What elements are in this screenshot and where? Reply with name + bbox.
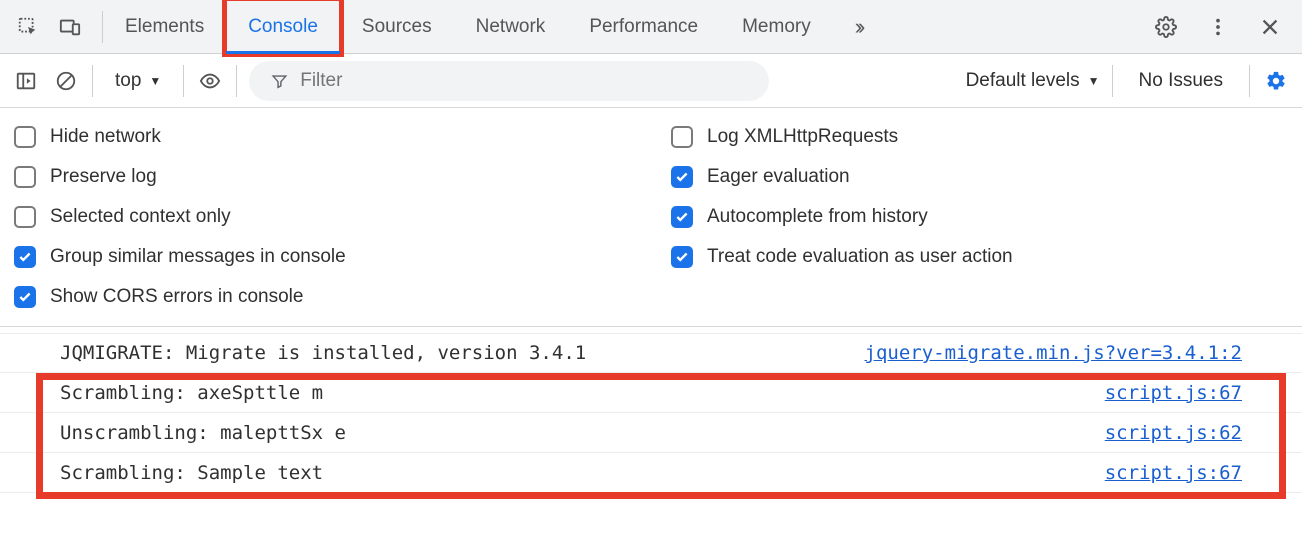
log-row: Scrambling: Sample text script.js:67 <box>0 453 1302 493</box>
option-label: Eager evaluation <box>707 166 850 188</box>
log-row: JQMIGRATE: Migrate is installed, version… <box>0 333 1302 373</box>
tab-memory[interactable]: Memory <box>720 0 833 53</box>
filter-field[interactable] <box>249 61 769 101</box>
log-source-link[interactable]: jquery-migrate.min.js?ver=3.4.1:2 <box>865 342 1243 364</box>
toggle-sidebar-icon[interactable] <box>12 67 40 95</box>
tab-label: Memory <box>742 16 811 38</box>
clear-console-icon[interactable] <box>52 67 80 95</box>
topbar-left-icons <box>8 13 102 41</box>
option-eager-eval[interactable]: Eager evaluation <box>671 166 1288 188</box>
log-message: Scrambling: axeSpttle m <box>60 382 323 404</box>
console-settings-icon[interactable] <box>1262 67 1290 95</box>
tab-label: Sources <box>362 16 432 38</box>
live-expression-icon[interactable] <box>196 67 224 95</box>
log-message: Scrambling: Sample text <box>60 462 323 484</box>
checkbox[interactable] <box>14 286 36 308</box>
console-settings-panel: Hide network Log XMLHttpRequests Preserv… <box>0 108 1302 327</box>
log-source-link[interactable]: script.js:62 <box>1105 422 1242 444</box>
option-show-cors[interactable]: Show CORS errors in console <box>14 286 631 308</box>
option-preserve-log[interactable]: Preserve log <box>14 166 631 188</box>
option-selected-context[interactable]: Selected context only <box>14 206 631 228</box>
filter-input[interactable] <box>300 70 747 92</box>
chevron-down-icon: ▼ <box>1088 74 1100 88</box>
devtools-tabs: Elements Console Sources Network Perform… <box>103 0 883 53</box>
console-log-area: JQMIGRATE: Migrate is installed, version… <box>0 327 1302 505</box>
option-label: Treat code evaluation as user action <box>707 246 1013 268</box>
option-label: Selected context only <box>50 206 231 228</box>
option-label: Preserve log <box>50 166 157 188</box>
option-label: Show CORS errors in console <box>50 286 303 308</box>
close-icon[interactable] <box>1256 13 1284 41</box>
checkbox[interactable] <box>671 126 693 148</box>
checkbox[interactable] <box>671 166 693 188</box>
checkbox[interactable] <box>671 246 693 268</box>
more-tabs-button[interactable]: ›› <box>833 0 884 53</box>
checkbox[interactable] <box>14 206 36 228</box>
checkbox[interactable] <box>14 166 36 188</box>
execution-context-select[interactable]: top ▼ <box>105 70 171 92</box>
levels-label: Default levels <box>966 70 1080 92</box>
funnel-icon <box>271 72 288 90</box>
vertical-separator <box>183 65 184 97</box>
devtools-topbar: Elements Console Sources Network Perform… <box>0 0 1302 54</box>
log-row: Scrambling: axeSpttle m script.js:67 <box>0 373 1302 413</box>
device-toolbar-icon[interactable] <box>56 13 84 41</box>
log-row: Unscrambling: malepttSx e script.js:62 <box>0 413 1302 453</box>
console-toolbar: top ▼ Default levels ▼ No Issues <box>0 54 1302 108</box>
chevron-down-icon: ▼ <box>149 74 161 88</box>
chevrons-right-icon: ›› <box>855 14 862 40</box>
tab-performance[interactable]: Performance <box>567 0 720 53</box>
option-treat-code[interactable]: Treat code evaluation as user action <box>671 246 1288 268</box>
kebab-menu-icon[interactable] <box>1204 13 1232 41</box>
option-label: Log XMLHttpRequests <box>707 126 898 148</box>
vertical-separator <box>1249 65 1250 97</box>
option-label: Autocomplete from history <box>707 206 928 228</box>
tab-label: Performance <box>589 16 698 38</box>
log-message: Unscrambling: malepttSx e <box>60 422 346 444</box>
context-label: top <box>115 70 141 92</box>
log-levels-select[interactable]: Default levels ▼ <box>966 70 1100 92</box>
log-source-link[interactable]: script.js:67 <box>1105 462 1242 484</box>
issues-summary[interactable]: No Issues <box>1125 70 1237 92</box>
settings-icon[interactable] <box>1152 13 1180 41</box>
checkbox[interactable] <box>671 206 693 228</box>
tab-label: Elements <box>125 16 204 38</box>
option-label: Group similar messages in console <box>50 246 346 268</box>
log-message: JQMIGRATE: Migrate is installed, version… <box>60 342 586 364</box>
option-log-xhr[interactable]: Log XMLHttpRequests <box>671 126 1288 148</box>
checkbox[interactable] <box>14 246 36 268</box>
tab-console[interactable]: Console <box>226 0 340 53</box>
tab-network[interactable]: Network <box>454 0 568 53</box>
tab-elements[interactable]: Elements <box>103 0 226 53</box>
option-label: Hide network <box>50 126 161 148</box>
tab-label: Console <box>248 16 318 38</box>
option-hide-network[interactable]: Hide network <box>14 126 631 148</box>
issues-label: No Issues <box>1139 70 1223 91</box>
topbar-right <box>1152 13 1294 41</box>
log-source-link[interactable]: script.js:67 <box>1105 382 1242 404</box>
checkbox[interactable] <box>14 126 36 148</box>
option-group-similar[interactable]: Group similar messages in console <box>14 246 631 268</box>
vertical-separator <box>92 65 93 97</box>
tab-label: Network <box>476 16 546 38</box>
vertical-separator <box>1112 65 1113 97</box>
option-autocomplete[interactable]: Autocomplete from history <box>671 206 1288 228</box>
inspect-element-icon[interactable] <box>14 13 42 41</box>
tab-sources[interactable]: Sources <box>340 0 454 53</box>
vertical-separator <box>236 65 237 97</box>
